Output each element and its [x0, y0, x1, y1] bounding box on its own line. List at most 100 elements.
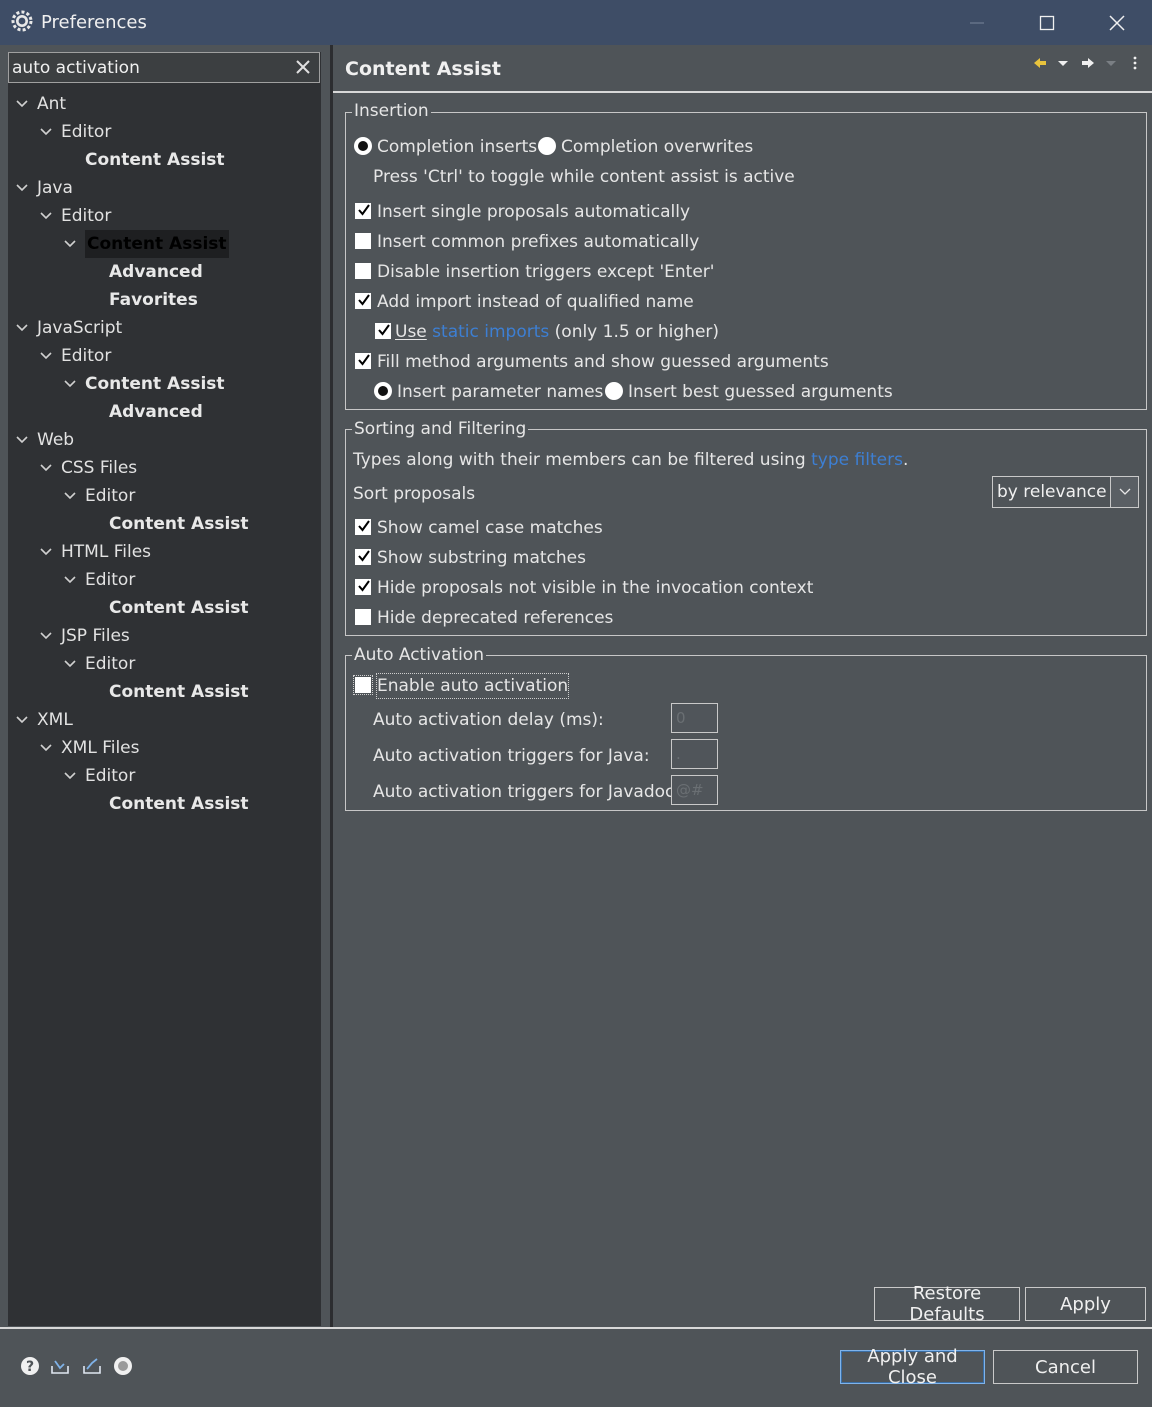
tree-item[interactable]: JSP Files: [61, 622, 130, 650]
chevron-down-icon[interactable]: [15, 426, 29, 454]
chevron-down-icon[interactable]: [63, 370, 77, 398]
chevron-down-icon[interactable]: [63, 566, 77, 594]
chevron-down-icon: [1119, 488, 1130, 495]
hide-deprecated-checkbox[interactable]: [355, 609, 371, 625]
type-filters-link[interactable]: type filters: [811, 450, 903, 470]
completion-inserts-radio[interactable]: [354, 137, 372, 155]
tree-item[interactable]: Editor: [61, 118, 111, 146]
enable-auto-activation-label: Enable auto activation: [375, 673, 570, 699]
insert-best-guessed-radio[interactable]: [605, 382, 623, 400]
chevron-down-icon[interactable]: [63, 482, 77, 510]
chevron-down-icon[interactable]: [39, 202, 53, 230]
tree-item[interactable]: Editor: [85, 482, 135, 510]
tree-item[interactable]: Ant: [37, 90, 66, 118]
checkmark-icon: [378, 324, 390, 336]
oomph-preference-recorder-icon[interactable]: [113, 1356, 133, 1376]
tree-item[interactable]: Favorites: [109, 286, 198, 314]
java-triggers-input[interactable]: .: [671, 739, 718, 769]
chevron-down-icon[interactable]: [15, 706, 29, 734]
view-menu-icon[interactable]: [1130, 54, 1140, 72]
type-filters-period: .: [902, 450, 909, 470]
tree-item[interactable]: CSS Files: [61, 454, 137, 482]
fill-method-arguments-checkbox[interactable]: [355, 353, 371, 369]
insert-common-prefixes-checkbox[interactable]: [355, 233, 371, 249]
back-menu-icon[interactable]: [1056, 54, 1070, 72]
chevron-down-icon[interactable]: [15, 314, 29, 342]
chevron-down-icon[interactable]: [39, 734, 53, 762]
apply-and-close-button[interactable]: Apply and Close: [840, 1346, 985, 1388]
maximize-button[interactable]: [1012, 0, 1082, 45]
tree-item[interactable]: Content Assist: [109, 594, 249, 622]
tree-item[interactable]: Advanced: [109, 258, 203, 286]
javadoc-triggers-input[interactable]: @#: [671, 775, 718, 805]
cancel-button[interactable]: Cancel: [993, 1350, 1138, 1384]
restore-defaults-button[interactable]: Restore Defaults: [874, 1283, 1020, 1325]
tree-item[interactable]: Content Assist: [109, 678, 249, 706]
page-title: Content Assist: [345, 58, 501, 80]
tree-item[interactable]: XML: [37, 706, 73, 734]
sash-divider[interactable]: [330, 45, 333, 1327]
import-icon[interactable]: [50, 1356, 70, 1376]
use-static-imports-checkbox[interactable]: [375, 323, 391, 339]
help-icon[interactable]: ?: [20, 1356, 40, 1376]
tree-item[interactable]: Content Assist: [109, 790, 249, 818]
chevron-down-icon[interactable]: [63, 650, 77, 678]
tree-item[interactable]: Editor: [61, 202, 111, 230]
show-camel-case-label: Show camel case matches: [377, 518, 603, 538]
tree-item[interactable]: Web: [37, 426, 74, 454]
dropdown-button[interactable]: [1110, 477, 1138, 507]
toggle-hint-text: Press 'Ctrl' to toggle while content ass…: [373, 167, 795, 187]
chevron-down-icon[interactable]: [63, 762, 77, 790]
enable-auto-activation-checkbox[interactable]: [353, 675, 373, 695]
tree-item[interactable]: Content Assist: [85, 370, 225, 398]
filter-search-box[interactable]: [8, 52, 320, 83]
tree-item[interactable]: Editor: [61, 342, 111, 370]
auto-activation-delay-input[interactable]: 0: [671, 703, 718, 733]
chevron-down-icon[interactable]: [15, 90, 29, 118]
forward-menu-icon[interactable]: [1104, 54, 1118, 72]
tree-item[interactable]: Content Assist: [85, 146, 225, 174]
chevron-down-icon[interactable]: [39, 538, 53, 566]
forward-arrow-icon[interactable]: [1080, 54, 1096, 72]
insert-single-proposals-label: Insert single proposals automatically: [377, 202, 691, 222]
tree-item[interactable]: Editor: [85, 650, 135, 678]
tree-item[interactable]: Content Assist: [109, 510, 249, 538]
tree-item[interactable]: JavaScript: [37, 314, 122, 342]
chevron-down-icon[interactable]: [39, 454, 53, 482]
checkmark-icon: [358, 354, 370, 366]
export-icon[interactable]: [82, 1356, 102, 1376]
apply-button[interactable]: Apply: [1025, 1287, 1146, 1321]
chevron-down-icon[interactable]: [15, 174, 29, 202]
insert-single-proposals-checkbox[interactable]: [355, 203, 371, 219]
show-substring-checkbox[interactable]: [355, 549, 371, 565]
close-window-button[interactable]: [1082, 0, 1152, 45]
sort-proposals-label: Sort proposals: [353, 484, 476, 504]
chevron-down-icon[interactable]: [63, 230, 77, 258]
javadoc-triggers-label: Auto activation triggers for Javadoc:: [373, 782, 681, 802]
tree-item[interactable]: Advanced: [109, 398, 203, 426]
tree-item[interactable]: XML Files: [61, 734, 140, 762]
tree-item[interactable]: Content Assist: [85, 230, 229, 258]
chevron-down-icon[interactable]: [39, 342, 53, 370]
sort-proposals-select[interactable]: by relevance: [992, 476, 1139, 508]
add-import-checkbox[interactable]: [355, 293, 371, 309]
minimize-button[interactable]: [942, 0, 1012, 45]
filter-search-input[interactable]: [12, 56, 292, 80]
tree-item[interactable]: Editor: [85, 566, 135, 594]
show-camel-case-checkbox[interactable]: [355, 519, 371, 535]
show-substring-label: Show substring matches: [377, 548, 586, 568]
hide-invisible-proposals-checkbox[interactable]: [355, 579, 371, 595]
chevron-down-icon[interactable]: [39, 622, 53, 650]
completion-overwrites-radio[interactable]: [538, 137, 556, 155]
static-imports-link[interactable]: static imports: [432, 322, 549, 342]
tree-item[interactable]: Java: [37, 174, 73, 202]
checkmark-icon: [358, 550, 370, 562]
chevron-down-icon[interactable]: [39, 118, 53, 146]
tree-item[interactable]: Editor: [85, 762, 135, 790]
disable-insertion-triggers-checkbox[interactable]: [355, 263, 371, 279]
back-arrow-icon[interactable]: [1032, 54, 1048, 72]
maximize-icon: [1039, 15, 1055, 30]
clear-filter-icon[interactable]: [293, 57, 313, 77]
tree-item[interactable]: HTML Files: [61, 538, 151, 566]
insert-parameter-names-radio[interactable]: [374, 382, 392, 400]
